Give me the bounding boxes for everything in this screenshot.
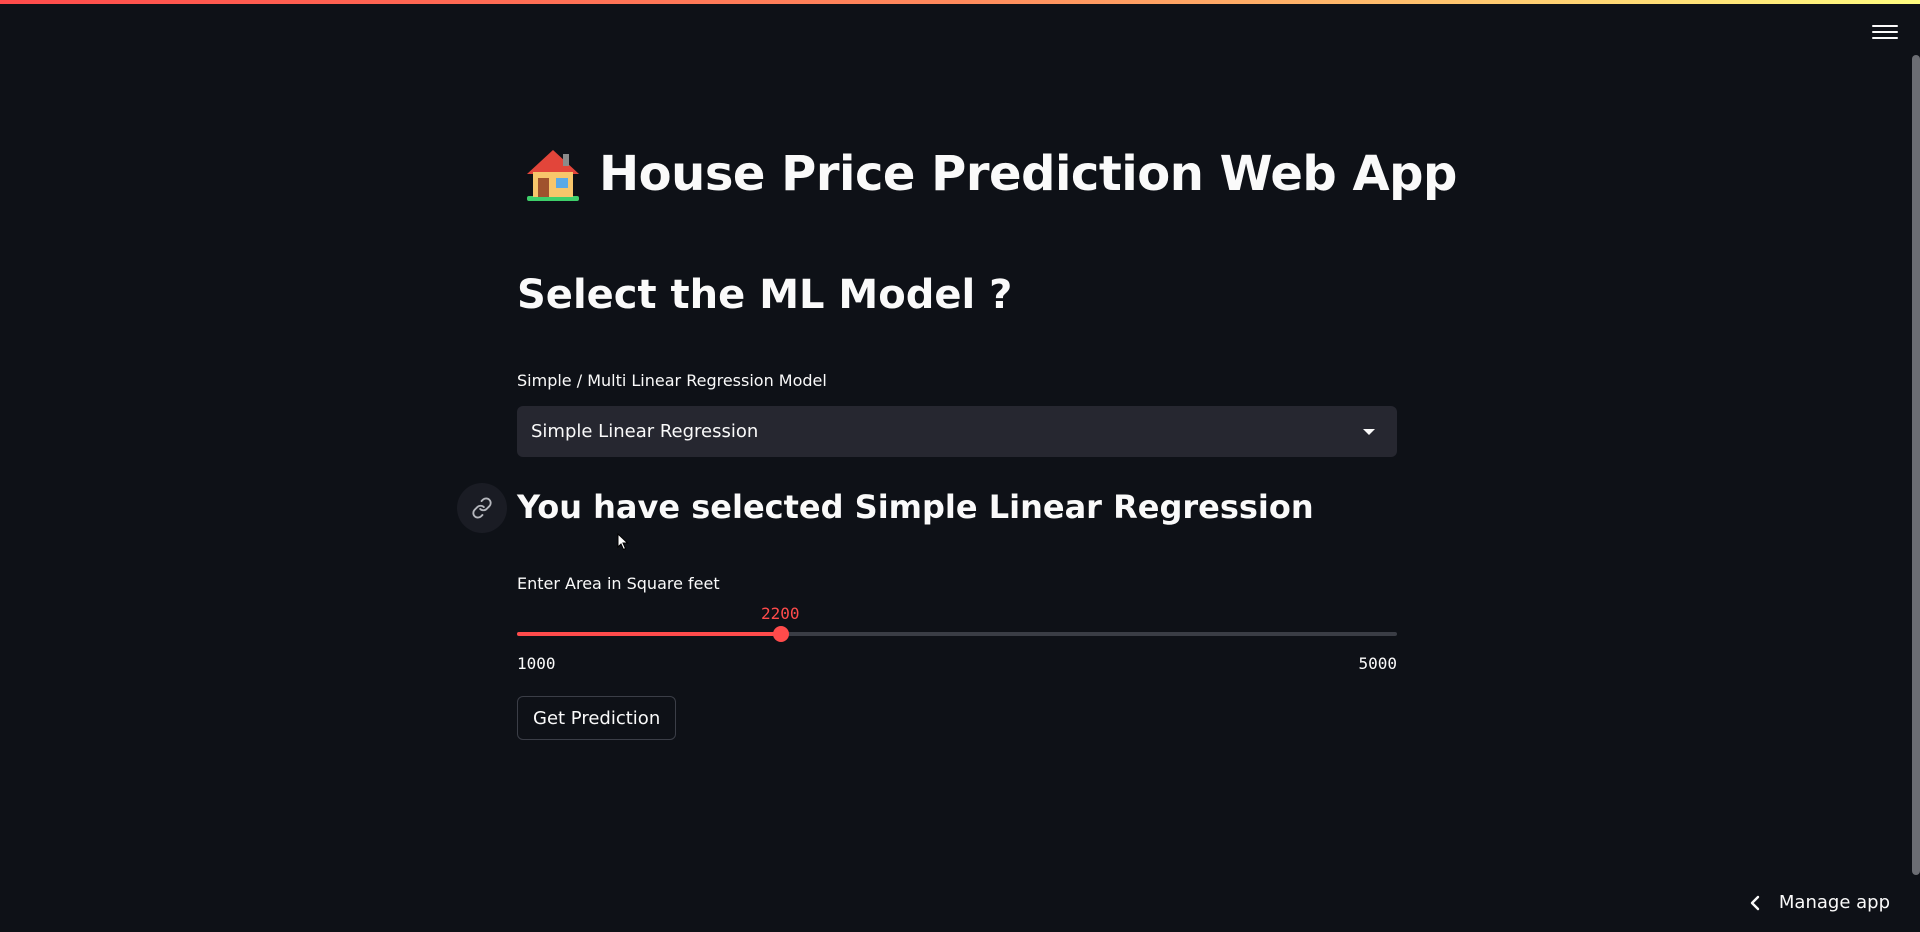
area-slider-thumb[interactable] bbox=[773, 626, 789, 642]
selected-model-heading: You have selected Simple Linear Regressi… bbox=[517, 488, 1314, 526]
area-slider-max: 5000 bbox=[1358, 654, 1397, 673]
chevron-left-icon bbox=[1750, 895, 1760, 910]
link-icon bbox=[472, 497, 492, 519]
page-title: House Price Prediction Web App bbox=[523, 146, 1457, 202]
chevron-down-icon bbox=[1363, 428, 1375, 435]
area-slider-fill bbox=[517, 632, 781, 636]
scrollbar[interactable] bbox=[1912, 55, 1920, 875]
model-select-label: Simple / Multi Linear Regression Model bbox=[517, 371, 827, 390]
manage-app-button[interactable]: Manage app bbox=[1749, 892, 1890, 913]
area-slider-min: 1000 bbox=[517, 654, 556, 673]
manage-app-label: Manage app bbox=[1778, 892, 1890, 913]
header-decoration-bar bbox=[0, 0, 1920, 4]
mouse-cursor-icon bbox=[617, 533, 629, 551]
hamburger-menu-icon[interactable] bbox=[1872, 20, 1898, 44]
area-slider-track[interactable] bbox=[517, 626, 1397, 642]
heading-anchor-link[interactable] bbox=[457, 483, 507, 533]
model-section-heading: Select the ML Model ? bbox=[517, 272, 1013, 318]
area-slider-value: 2200 bbox=[761, 604, 800, 623]
model-select-value: Simple Linear Regression bbox=[531, 421, 759, 442]
area-slider-label: Enter Area in Square feet bbox=[517, 574, 720, 593]
house-icon bbox=[527, 150, 579, 201]
model-select[interactable]: Simple Linear Regression bbox=[517, 406, 1397, 457]
page-title-text: House Price Prediction Web App bbox=[599, 146, 1457, 202]
get-prediction-button[interactable]: Get Prediction bbox=[517, 696, 677, 740]
